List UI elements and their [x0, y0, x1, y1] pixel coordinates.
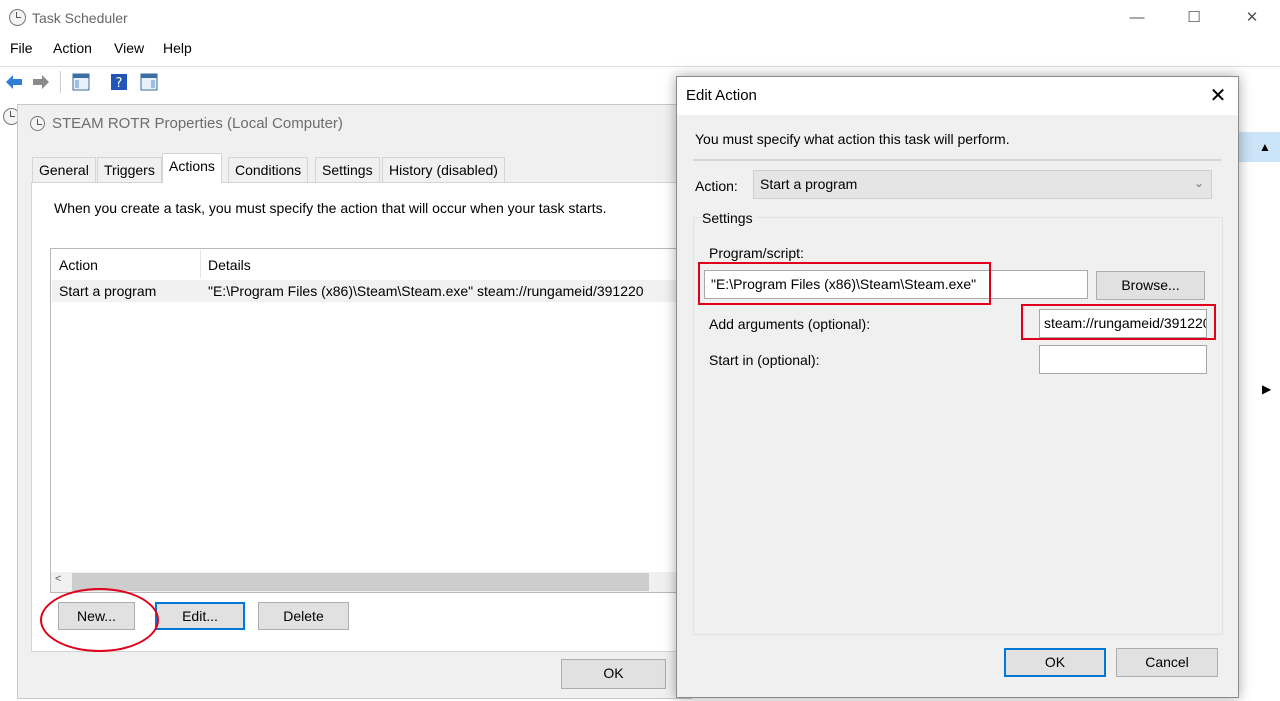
collapse-up-icon[interactable]: ▲ [1259, 140, 1271, 154]
column-header-details[interactable]: Details [208, 257, 251, 273]
tab-actions[interactable]: Actions [162, 153, 222, 183]
maximize-button[interactable]: ☐ [1171, 0, 1217, 36]
scroll-left-icon[interactable]: < [55, 573, 61, 585]
toolbar-separator [60, 71, 61, 93]
close-button[interactable]: ✕ [1229, 0, 1275, 36]
expand-right-icon[interactable]: ▶ [1262, 382, 1271, 396]
edit-action-title: Edit Action [686, 87, 757, 104]
help-icon[interactable]: ? [110, 73, 128, 91]
column-separator[interactable] [200, 250, 201, 278]
row-action-cell: Start a program [59, 283, 157, 299]
action-select[interactable]: Start a program [753, 170, 1212, 199]
svg-text:?: ? [116, 76, 123, 91]
properties-title: STEAM ROTR Properties (Local Computer) [52, 115, 343, 132]
new-button[interactable]: New... [58, 602, 135, 630]
add-arguments-label: Add arguments (optional): [709, 316, 871, 332]
program-script-input[interactable]: "E:\Program Files (x86)\Steam\Steam.exe" [704, 270, 1088, 299]
action-label: Action: [695, 178, 738, 194]
tab-settings[interactable]: Settings [315, 157, 380, 182]
start-in-input[interactable] [1039, 345, 1207, 374]
cancel-button[interactable]: Cancel [1116, 648, 1218, 677]
forward-arrow-icon[interactable] [32, 73, 50, 91]
tab-history[interactable]: History (disabled) [382, 157, 505, 182]
edit-button[interactable]: Edit... [155, 602, 245, 630]
settings-label: Settings [702, 210, 757, 226]
back-arrow-icon[interactable] [5, 73, 23, 91]
add-arguments-input[interactable]: steam://rungameid/391220 [1039, 309, 1207, 338]
background-actions-pane [1238, 96, 1280, 701]
main-titlebar [0, 0, 1280, 36]
actions-description: When you create a task, you must specify… [54, 200, 607, 216]
show-hide-console-tree-icon[interactable] [72, 73, 90, 91]
scrollbar-thumb[interactable] [72, 573, 649, 591]
menu-file[interactable]: File [10, 40, 33, 56]
chevron-down-icon[interactable]: ⌄ [1194, 176, 1204, 190]
menu-view[interactable]: View [114, 40, 144, 56]
minimize-button[interactable]: — [1114, 0, 1160, 36]
edit-action-instruction: You must specify what action this task w… [695, 131, 1010, 147]
properties-clock-icon [30, 116, 45, 131]
menu-action[interactable]: Action [53, 40, 92, 56]
ok-button[interactable]: OK [1004, 648, 1106, 677]
task-scheduler-clock-icon [9, 9, 26, 26]
divider [693, 159, 1221, 161]
row-details-cell: "E:\Program Files (x86)\Steam\Steam.exe"… [208, 283, 644, 299]
tab-conditions[interactable]: Conditions [228, 157, 309, 182]
delete-button[interactable]: Delete [258, 602, 349, 630]
column-header-action[interactable]: Action [59, 257, 98, 273]
show-action-pane-icon[interactable] [140, 73, 158, 91]
browse-button[interactable]: Browse... [1096, 271, 1205, 300]
tab-triggers[interactable]: Triggers [97, 157, 162, 182]
start-in-label: Start in (optional): [709, 352, 820, 368]
edit-action-titlebar [677, 77, 1238, 115]
edit-action-close-icon[interactable]: ✕ [1198, 77, 1238, 115]
program-script-label: Program/script: [709, 245, 804, 261]
menu-help[interactable]: Help [163, 40, 192, 56]
tab-general[interactable]: General [32, 157, 96, 182]
properties-ok-button[interactable]: OK [561, 659, 666, 689]
main-window-title: Task Scheduler [32, 10, 128, 26]
